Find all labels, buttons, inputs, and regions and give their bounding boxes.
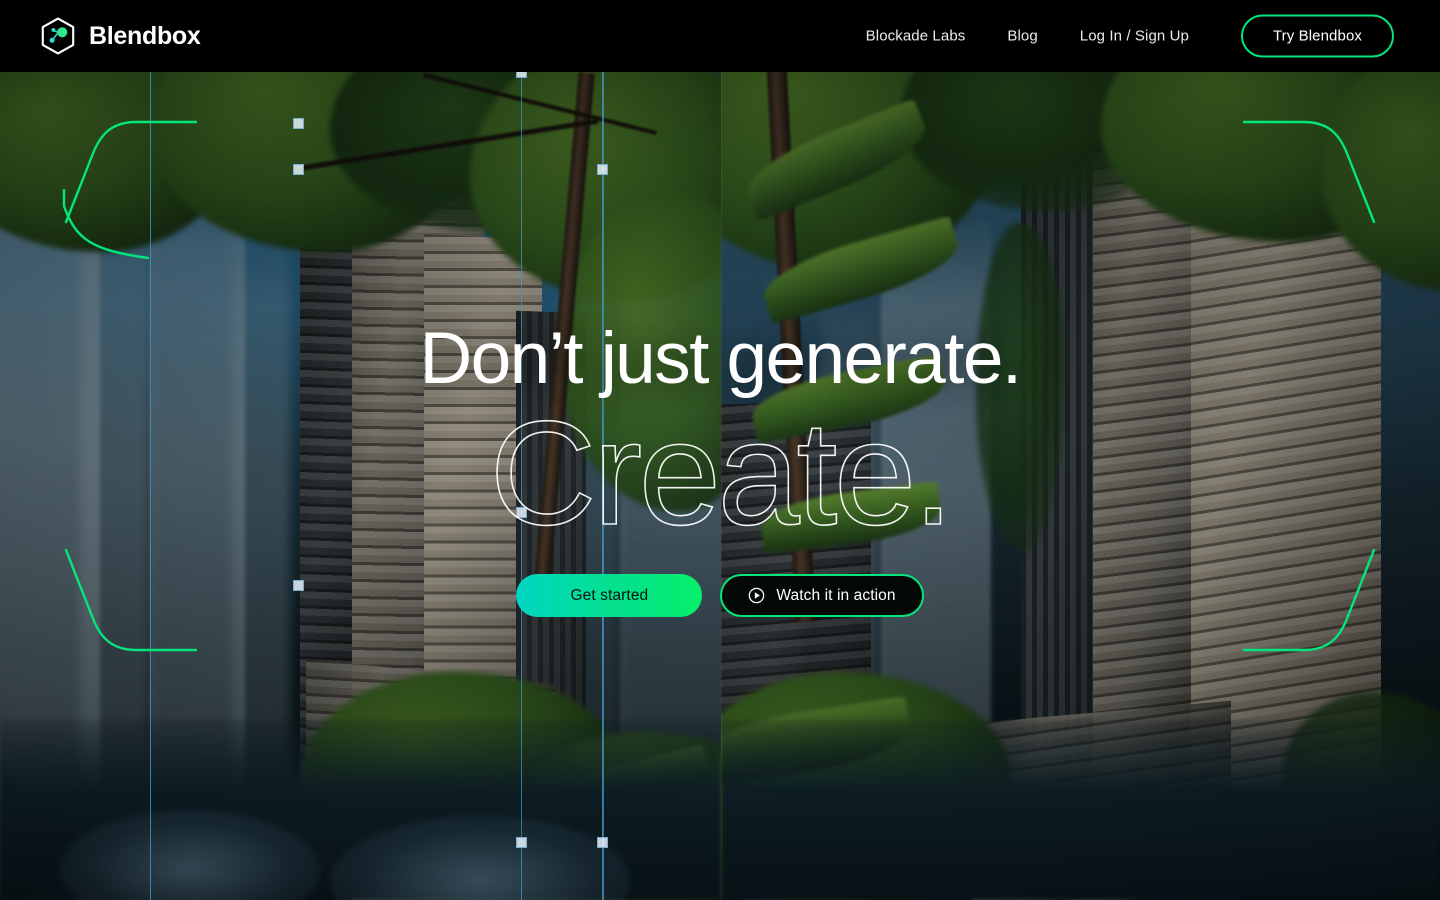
nav-links-group: Blockade Labs Blog Log In / Sign Up Try …: [845, 14, 1394, 58]
blendbox-landing-page: Blendbox Blockade Labs Blog Log In / Sig…: [0, 0, 1440, 900]
hero-background-artwork: [0, 72, 1440, 900]
hero-section: Don’t just generate. Create. Get started…: [0, 72, 1440, 900]
watch-it-in-action-label: Watch it in action: [776, 586, 896, 604]
nav-link-blog[interactable]: Blog: [986, 28, 1058, 45]
play-circle-icon: [749, 587, 765, 604]
get-started-button[interactable]: Get started: [516, 574, 703, 617]
hexagon-molecule-icon: [41, 17, 75, 55]
hero-art-right-panel: [721, 72, 1440, 900]
brand-logo-link[interactable]: Blendbox: [40, 17, 201, 55]
hero-art-left-panel: [0, 72, 721, 900]
nav-link-login-signup[interactable]: Log In / Sign Up: [1059, 28, 1210, 45]
brand-name: Blendbox: [89, 21, 201, 50]
try-blendbox-button[interactable]: Try Blendbox: [1240, 14, 1394, 58]
watch-it-in-action-button[interactable]: Watch it in action: [720, 574, 924, 617]
hanging-vines: [976, 222, 1066, 552]
water-pool: [721, 720, 1440, 900]
nav-link-blockade-labs[interactable]: Blockade Labs: [845, 28, 987, 45]
hero-cta-row: Get started Watch it in action: [516, 574, 924, 617]
top-navigation-bar: Blendbox Blockade Labs Blog Log In / Sig…: [0, 0, 1440, 72]
